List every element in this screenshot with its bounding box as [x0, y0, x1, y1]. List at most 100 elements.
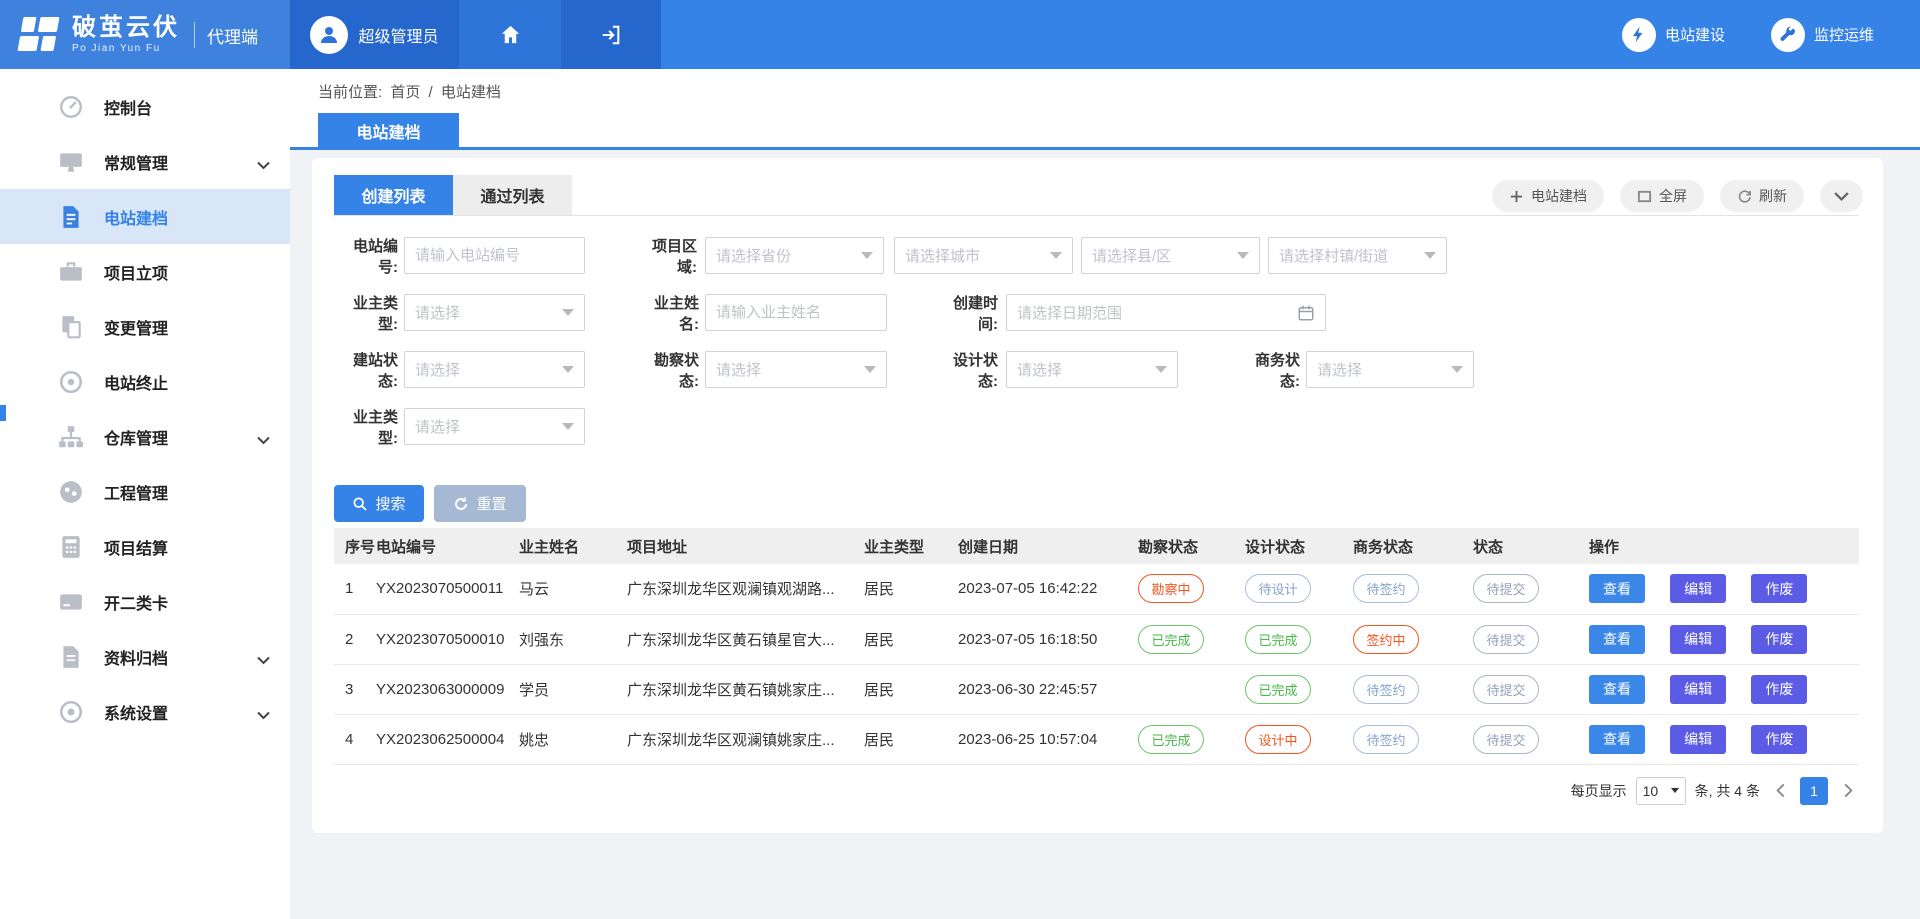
date-range-input[interactable]: 请选择日期范围 [1006, 294, 1326, 331]
build-status-select[interactable]: 请选择 [404, 351, 585, 388]
station-code-input[interactable] [404, 237, 585, 274]
sidebar-item-data-archive[interactable]: 资料归档 [0, 629, 290, 684]
user-name: 超级管理员 [358, 23, 438, 47]
view-button[interactable]: 查看 [1589, 574, 1645, 603]
status-badge: 已完成 [1138, 725, 1204, 754]
select-caret-icon [562, 366, 574, 373]
filter-actions: 搜索 重置 [334, 485, 1859, 522]
chevron-down-icon [257, 432, 270, 441]
sidebar-item-project-settlement[interactable]: 项目结算 [0, 519, 290, 574]
sidebar-item-warehouse-mgmt[interactable]: 仓库管理 [0, 409, 290, 464]
select-caret-icon [562, 423, 574, 430]
sidebar-item-station-archive[interactable]: 电站建档 [0, 189, 290, 244]
owner-type2-select[interactable]: 请选择 [404, 408, 585, 445]
gauge-icon [58, 479, 84, 505]
owner-type-select[interactable]: 请选择 [404, 294, 585, 331]
design-status-select[interactable]: 请选择 [1006, 351, 1178, 388]
sidebar-item-system-settings[interactable]: 系统设置 [0, 684, 290, 739]
add-station-button[interactable]: 电站建档 [1492, 180, 1604, 212]
edit-button[interactable]: 编辑 [1670, 625, 1726, 654]
sidebar-item-engineering-mgmt[interactable]: 工程管理 [0, 464, 290, 519]
sidebar-item-project-init[interactable]: 项目立项 [0, 244, 290, 299]
card-toolbar: 电站建档 全屏 刷新 [1492, 180, 1863, 212]
next-page-button[interactable] [1837, 777, 1859, 805]
edit-button[interactable]: 编辑 [1670, 725, 1726, 754]
select-caret-icon [1671, 788, 1679, 793]
sidebar-item-general-mgmt[interactable]: 常规管理 [0, 134, 290, 189]
per-page-label: 每页显示 [1571, 781, 1627, 801]
breadcrumb: 当前位置: 首页 / 电站建档 [318, 81, 505, 102]
station-code-label: 电站编号: [334, 235, 398, 277]
void-button[interactable]: 作废 [1751, 725, 1807, 754]
table-row: 2 YX2023070500010 刘强东 广东深圳龙华区黄石镇星官大... 居… [334, 614, 1859, 664]
nav-station-build[interactable]: 电站建设 [1622, 0, 1725, 69]
edit-button[interactable]: 编辑 [1670, 574, 1726, 603]
breadcrumb-home-link[interactable]: 首页 [390, 84, 420, 101]
fullscreen-button[interactable]: 全屏 [1620, 180, 1704, 212]
void-button[interactable]: 作废 [1751, 625, 1807, 654]
void-button[interactable]: 作废 [1751, 675, 1807, 704]
sidebar-item-change-mgmt[interactable]: 变更管理 [0, 299, 290, 354]
owner-type-label: 业主类型: [334, 292, 398, 334]
collapse-toolbar-button[interactable] [1820, 180, 1863, 212]
filter-row-1: 电站编号: 项目区域: 请选择省份 请选择城市 请选择县/区 请选择村镇/街道 [334, 237, 1859, 274]
sitemap-icon [58, 424, 84, 450]
nav-monitor-ops[interactable]: 监控运维 [1771, 0, 1874, 69]
status-badge: 待提交 [1473, 725, 1539, 754]
page-number-1[interactable]: 1 [1800, 777, 1828, 805]
owner-name-input[interactable] [705, 294, 887, 331]
sidebar-scrollbar-thumb[interactable] [0, 405, 6, 421]
refresh-icon [1737, 189, 1752, 204]
sidebar-item-dashboard[interactable]: 控制台 [0, 79, 290, 134]
pages-icon [58, 314, 84, 340]
current-user[interactable]: 超级管理员 [290, 0, 459, 69]
prev-page-button[interactable] [1769, 777, 1791, 805]
user-avatar [310, 16, 348, 54]
province-select[interactable]: 请选择省份 [705, 237, 884, 274]
view-button[interactable]: 查看 [1589, 625, 1645, 654]
edit-button[interactable]: 编辑 [1670, 675, 1726, 704]
tab-created-list[interactable]: 创建列表 [334, 175, 453, 215]
chevron-down-icon [1834, 189, 1849, 204]
sidebar-item-card-opening[interactable]: 开二类卡 [0, 574, 290, 629]
top-navbar: 破茧云伏 Po Jian Yun Fu 代理端 超级管理员 电站建设 监控运维 [0, 0, 1920, 69]
file-icon [58, 644, 84, 670]
refresh-button[interactable]: 刷新 [1720, 180, 1804, 212]
survey-status-select[interactable]: 请选择 [705, 351, 887, 388]
status-badge: 已完成 [1138, 625, 1204, 654]
business-status-select[interactable]: 请选择 [1306, 351, 1474, 388]
status-badge: 待设计 [1245, 574, 1311, 603]
header-design: 设计状态 [1245, 528, 1353, 564]
void-button[interactable]: 作废 [1751, 574, 1807, 603]
view-button[interactable]: 查看 [1589, 675, 1645, 704]
filter-row-3: 建站状态: 请选择 勘察状态: 请选择 设计状态: 请选择 商务状态: 请选择 [334, 351, 1859, 388]
wrench-icon [1771, 18, 1805, 52]
village-select[interactable]: 请选择村镇/街道 [1268, 237, 1447, 274]
total-count-label: 条, 共 4 条 [1695, 781, 1760, 801]
reset-button[interactable]: 重置 [434, 485, 526, 522]
bank-card-icon [58, 589, 84, 615]
table-header-row: 序号 电站编号 业主姓名 项目地址 业主类型 创建日期 勘察状态 设计状态 商务… [334, 528, 1859, 564]
sidebar-item-station-terminate[interactable]: 电站终止 [0, 354, 290, 409]
per-page-select[interactable]: 10 [1636, 777, 1686, 805]
home-button[interactable] [459, 0, 561, 69]
search-button[interactable]: 搜索 [334, 485, 424, 522]
header-address: 项目地址 [627, 528, 864, 564]
city-select[interactable]: 请选择城市 [894, 237, 1073, 274]
header-no: 序号 [334, 528, 376, 564]
county-select[interactable]: 请选择县/区 [1081, 237, 1260, 274]
monitor-icon [58, 149, 84, 175]
status-badge: 已完成 [1245, 675, 1311, 704]
tab-passed-list[interactable]: 通过列表 [453, 175, 572, 215]
view-button[interactable]: 查看 [1589, 725, 1645, 754]
status-badge: 待签约 [1353, 675, 1419, 704]
page-tab-underline [290, 147, 1920, 150]
briefcase-icon [58, 259, 84, 285]
chevron-down-icon [257, 652, 270, 661]
pagination: 每页显示 10 条, 共 4 条 1 [334, 777, 1859, 805]
page-tab-station-archive[interactable]: 电站建档 [318, 113, 459, 148]
status-badge: 签约中 [1353, 625, 1419, 654]
logout-button[interactable] [561, 0, 661, 69]
status-badge: 待提交 [1473, 574, 1539, 603]
lightning-icon [1622, 18, 1656, 52]
